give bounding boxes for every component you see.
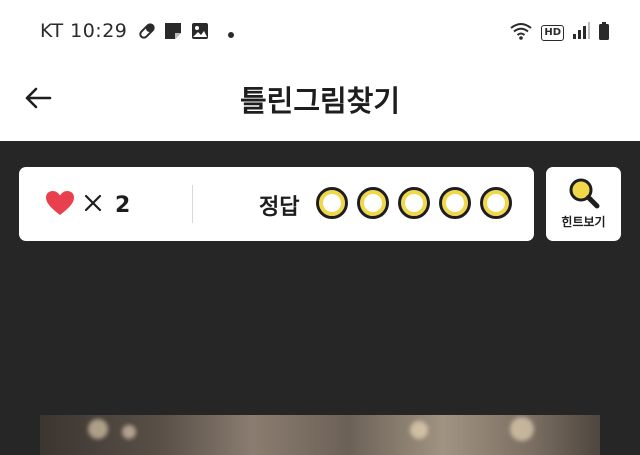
bokeh-light bbox=[88, 419, 108, 439]
answer-label: 정답 bbox=[259, 195, 300, 220]
page-title: 틀린그림찾기 bbox=[239, 84, 401, 118]
answer-slot bbox=[480, 187, 512, 219]
score-card: 2 정답 bbox=[19, 167, 534, 241]
answer-slot bbox=[357, 187, 389, 219]
lives-indicator: 2 bbox=[45, 190, 130, 220]
times-icon bbox=[83, 193, 103, 217]
status-icons-right: HD bbox=[509, 21, 610, 45]
bokeh-light bbox=[510, 417, 534, 441]
hint-button[interactable]: 힌트보기 bbox=[546, 167, 621, 241]
answer-slots bbox=[316, 187, 512, 219]
hint-label: 힌트보기 bbox=[561, 215, 606, 229]
carrier-time: KT 10:29 bbox=[40, 20, 128, 42]
divider bbox=[192, 185, 193, 223]
answer-slot bbox=[439, 187, 471, 219]
puzzle-image[interactable] bbox=[40, 415, 600, 455]
wifi-icon bbox=[509, 21, 533, 45]
status-bar: KT 10:29 HD bbox=[0, 0, 640, 64]
note-icon bbox=[163, 21, 183, 45]
lives-count: 2 bbox=[115, 192, 131, 218]
status-icons-left bbox=[138, 21, 235, 45]
heart-icon bbox=[45, 190, 75, 220]
answer-slot bbox=[316, 187, 348, 219]
bokeh-light bbox=[122, 425, 136, 439]
magnifier-icon bbox=[566, 175, 602, 215]
hd-icon: HD bbox=[541, 25, 564, 41]
battery-icon bbox=[598, 21, 610, 45]
image-icon bbox=[190, 21, 210, 45]
signal-icon bbox=[572, 22, 590, 44]
app-bar: 틀린그림찾기 bbox=[0, 64, 640, 141]
pill-icon bbox=[138, 22, 156, 44]
bokeh-light bbox=[410, 421, 428, 439]
dot-icon bbox=[227, 24, 235, 43]
answer-slot bbox=[398, 187, 430, 219]
